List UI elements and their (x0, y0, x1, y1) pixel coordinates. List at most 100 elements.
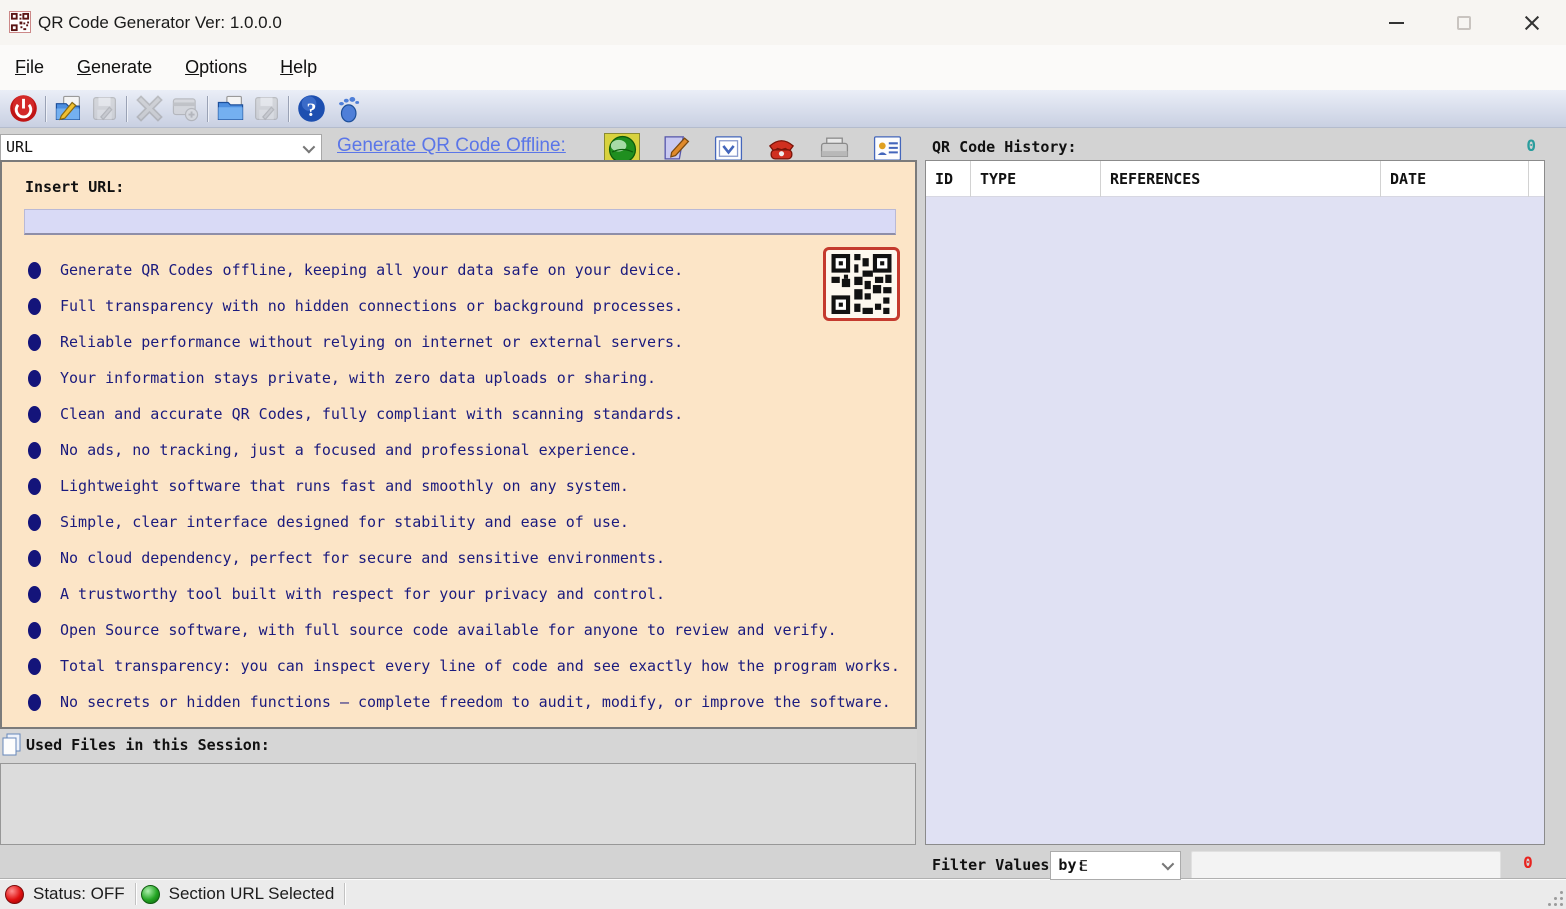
bullet-icon (28, 658, 41, 675)
toolbar-separator (45, 96, 46, 122)
card-reader-button[interactable] (167, 93, 203, 125)
toolbar-separator (126, 96, 127, 122)
offline-generator-panel: Insert URL: Generate QR Codes offline, k… (0, 160, 917, 729)
close-button[interactable] (1498, 0, 1566, 45)
bullet-icon (28, 478, 41, 495)
svg-text:?: ? (306, 100, 316, 121)
toolbar-separator (288, 96, 289, 122)
status-label: Status: OFF (33, 884, 125, 904)
feature-list-item: Lightweight software that runs fast and … (2, 468, 915, 504)
bullet-icon (28, 334, 41, 351)
feature-list-item: Total transparency: you can inspect ever… (2, 648, 915, 684)
filter-input[interactable] (1191, 851, 1501, 880)
toolbar-separator (207, 96, 208, 122)
new-edit-button[interactable] (50, 93, 86, 125)
history-column-header[interactable]: ID (926, 161, 971, 197)
bullet-icon (28, 550, 41, 567)
power-icon (9, 94, 38, 123)
minimize-button[interactable] (1362, 0, 1430, 45)
menu-item[interactable]: Help (280, 45, 317, 90)
section-label: Section URL Selected (169, 884, 335, 904)
feature-list-item: No ads, no tracking, just a focused and … (2, 432, 915, 468)
help-button[interactable]: ? (293, 93, 329, 125)
history-table-header: IDTYPEREFERENCESDATE (926, 161, 1544, 197)
used-files-bar: Used Files in this Session: (0, 729, 917, 763)
resize-grip[interactable] (1545, 888, 1563, 906)
qr-code-image (823, 247, 900, 321)
minimize-icon (1389, 22, 1404, 24)
url-input[interactable] (24, 209, 896, 235)
card-reader-icon (171, 94, 200, 123)
delete-icon (135, 94, 164, 123)
bullet-icon (28, 514, 41, 531)
section-selected-icon (141, 885, 160, 904)
open-folder-button[interactable] (212, 93, 248, 125)
close-icon (1524, 15, 1540, 31)
status-off-icon (5, 885, 24, 904)
generate-offline-link[interactable]: Generate QR Code Offline: (337, 135, 566, 157)
delete-button[interactable] (131, 93, 167, 125)
feature-list-item: Simple, clear interface designed for sta… (2, 504, 915, 540)
feature-list-item: Generate QR Codes offline, keeping all y… (2, 252, 915, 288)
bullet-icon (28, 586, 41, 603)
history-table[interactable]: IDTYPEREFERENCESDATE (925, 160, 1545, 845)
bullet-icon (28, 442, 41, 459)
feature-list-item: A trustworthy tool built with respect fo… (2, 576, 915, 612)
new-edit-icon (54, 94, 83, 123)
app-window: QR Code Generator Ver: 1.0.0.0 File Gener… (0, 0, 1566, 909)
history-column-header[interactable] (1529, 161, 1544, 197)
menu-item[interactable]: Generate (77, 45, 152, 90)
status-bar: Status: OFF Section URL Selected (0, 878, 1566, 909)
used-files-label: Used Files in this Session: (26, 736, 270, 754)
history-table-body[interactable] (926, 197, 1544, 846)
bullet-icon (28, 370, 41, 387)
feature-list-item: No cloud dependency, perfect for secure … (2, 540, 915, 576)
link-row: URL Generate QR Code Offline: (0, 132, 917, 163)
feature-list-item: Open Source software, with full source c… (2, 612, 915, 648)
bullet-icon (28, 262, 41, 279)
toolbar: ? (0, 90, 1566, 128)
feature-list-item: Full transparency with no hidden connect… (2, 288, 915, 324)
feature-list-item: Clean and accurate QR Codes, fully compl… (2, 396, 915, 432)
history-column-header[interactable]: TYPE (971, 161, 1101, 197)
history-column-header[interactable]: DATE (1381, 161, 1529, 197)
menu-item[interactable]: Options (185, 45, 247, 90)
statusbar-separator (135, 883, 136, 905)
feature-list: Generate QR Codes offline, keeping all y… (2, 252, 915, 720)
feature-list-item: Reliable performance without relying on … (2, 324, 915, 360)
bullet-icon (28, 298, 41, 315)
save-icon (90, 94, 119, 123)
history-column-header[interactable]: REFERENCES (1101, 161, 1381, 197)
filter-count: 0 (1516, 853, 1540, 872)
about-footprint-button[interactable] (329, 93, 365, 125)
used-files-list[interactable] (0, 763, 916, 845)
save-as-icon (252, 94, 281, 123)
power-button[interactable] (5, 93, 41, 125)
app-qr-icon (9, 11, 31, 33)
menu-item[interactable]: File (15, 45, 44, 90)
save-button[interactable] (86, 93, 122, 125)
history-label: QR Code History: (932, 138, 1077, 156)
page-icon (2, 733, 22, 757)
chevron-down-icon (303, 141, 316, 154)
feature-list-item: Your information stays private, with zer… (2, 360, 915, 396)
open-folder-icon (216, 94, 245, 123)
bullet-icon (28, 622, 41, 639)
help-icon: ? (297, 94, 326, 123)
about-footprint-icon (333, 94, 362, 123)
bullet-icon (28, 406, 41, 423)
menu-bar: File Generate Options Help (0, 45, 1566, 90)
maximize-button[interactable] (1430, 0, 1498, 45)
title-bar: QR Code Generator Ver: 1.0.0.0 (0, 0, 1566, 45)
window-title: QR Code Generator Ver: 1.0.0.0 (38, 0, 282, 45)
maximize-icon (1457, 16, 1471, 30)
history-count: 0 (1512, 136, 1536, 155)
chevron-down-icon (1162, 858, 1175, 871)
statusbar-separator (344, 883, 345, 905)
save-as-button[interactable] (248, 93, 284, 125)
bullet-icon (28, 694, 41, 711)
url-type-combobox[interactable]: URL (0, 134, 322, 161)
filter-label: Filter Values by: (932, 856, 1086, 874)
feature-list-item: No secrets or hidden functions — complet… (2, 684, 915, 720)
url-combo-value: URL (6, 138, 33, 156)
